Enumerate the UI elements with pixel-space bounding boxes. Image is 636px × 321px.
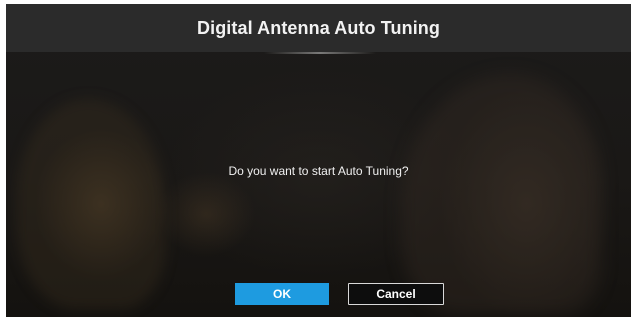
background-figure-left	[16, 99, 166, 309]
ok-button[interactable]: OK	[235, 283, 329, 305]
dialog-message: Do you want to start Auto Tuning?	[228, 164, 409, 178]
dialog-title-bar: Digital Antenna Auto Tuning	[6, 4, 631, 52]
tv-screen: Digital Antenna Auto Tuning Do you want …	[6, 4, 631, 317]
title-divider	[264, 52, 376, 54]
dialog-title: Digital Antenna Auto Tuning	[197, 17, 440, 38]
cancel-button[interactable]: Cancel	[348, 283, 444, 305]
